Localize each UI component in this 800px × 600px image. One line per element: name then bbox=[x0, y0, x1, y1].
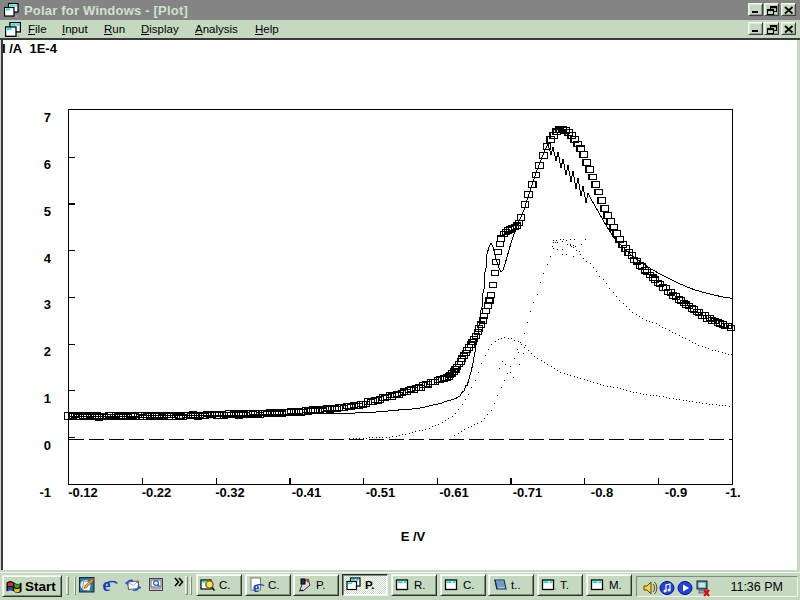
svg-text:e: e bbox=[253, 580, 259, 594]
